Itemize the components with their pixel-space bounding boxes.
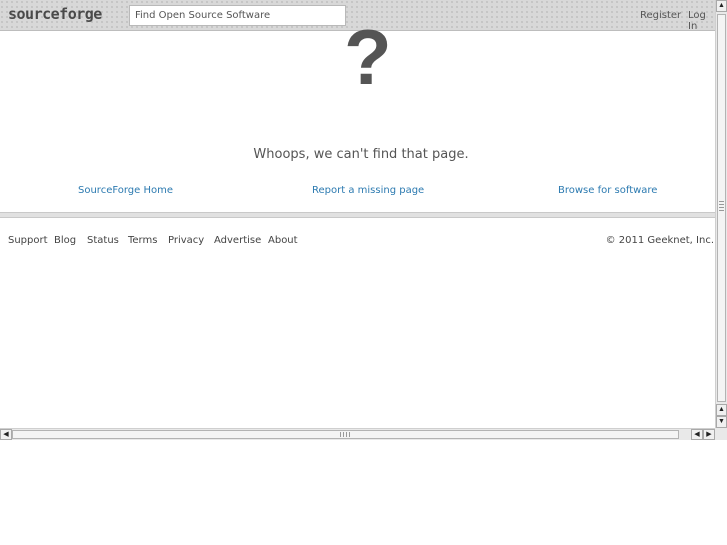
- footer-advertise-link[interactable]: Advertise: [214, 235, 261, 246]
- grip-icon: [340, 432, 352, 437]
- horizontal-scroll-thumb[interactable]: [12, 430, 679, 439]
- footer-support-link[interactable]: Support: [8, 235, 48, 246]
- arrow-up-icon: ▲: [718, 406, 725, 413]
- browser-viewport: sourceforge Find Open Source Software Re…: [0, 0, 715, 428]
- scroll-up-button-lower[interactable]: ▲: [716, 404, 727, 416]
- scroll-right-button[interactable]: ▶: [703, 429, 715, 440]
- scrollbar-corner: [715, 428, 727, 440]
- question-mark-icon: ?: [344, 13, 392, 101]
- footer-terms-link[interactable]: Terms: [128, 235, 157, 246]
- vertical-scrollbar[interactable]: ▲ ▲ ▼: [715, 0, 727, 428]
- register-link[interactable]: Register: [640, 10, 681, 21]
- arrow-down-icon: ▼: [718, 418, 725, 425]
- sourceforge-home-link[interactable]: SourceForge Home: [78, 185, 173, 196]
- scroll-up-button[interactable]: ▲: [716, 0, 727, 12]
- vertical-scroll-thumb[interactable]: [717, 14, 726, 402]
- login-link[interactable]: Log In: [688, 10, 715, 32]
- footer-about-link[interactable]: About: [268, 235, 298, 246]
- copyright-text: © 2011 Geeknet, Inc.: [605, 235, 714, 246]
- search-input[interactable]: Find Open Source Software: [129, 5, 346, 26]
- footer-blog-link[interactable]: Blog: [54, 235, 76, 246]
- arrow-up-icon: ▲: [718, 2, 725, 9]
- horizontal-scrollbar[interactable]: ◀ ◀ ▶: [0, 428, 715, 440]
- scroll-left-button[interactable]: ◀: [0, 429, 12, 440]
- footer-privacy-link[interactable]: Privacy: [168, 235, 204, 246]
- arrow-right-icon: ▶: [706, 431, 712, 438]
- scroll-down-button[interactable]: ▼: [716, 416, 727, 428]
- error-message: Whoops, we can't find that page.: [253, 147, 469, 162]
- sourceforge-logo[interactable]: sourceforge: [8, 5, 102, 23]
- report-missing-page-link[interactable]: Report a missing page: [312, 185, 424, 196]
- arrow-left-icon: ◀: [3, 431, 9, 438]
- browse-software-link[interactable]: Browse for software: [558, 185, 657, 196]
- footer-divider: [0, 212, 715, 218]
- footer-status-link[interactable]: Status: [87, 235, 119, 246]
- grip-icon: [719, 201, 724, 213]
- scroll-left-button-right[interactable]: ◀: [691, 429, 703, 440]
- arrow-left-icon: ◀: [694, 431, 700, 438]
